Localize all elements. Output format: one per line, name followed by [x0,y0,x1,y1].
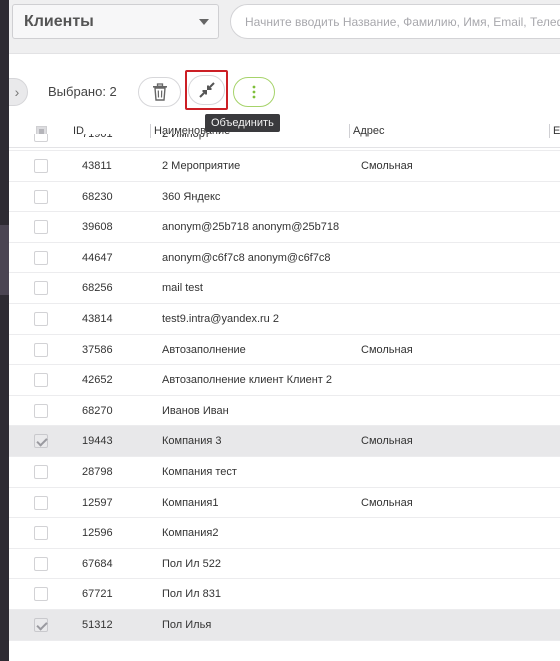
selected-count: Выбрано: 2 [48,84,117,99]
delete-button[interactable] [138,77,181,107]
cell-id: 44647 [82,251,113,264]
table-row[interactable]: 42652 Автозаполнение клиент Клиент 2 [9,365,560,396]
table-row[interactable]: 12597 Компания1 Смольная [9,488,560,519]
entity-select[interactable]: Клиенты [12,4,219,39]
cell-id: 39608 [82,221,113,234]
cell-name[interactable]: Компания2 [162,527,218,539]
cell-name[interactable]: Иванов Иван [162,405,229,417]
table-row[interactable]: 68230 360 Яндекс [9,182,560,213]
row-checkbox[interactable] [34,403,48,418]
cell-address: Смольная [361,496,413,509]
more-actions-button[interactable] [233,77,275,107]
table-row[interactable]: 12596 Компания2 [9,518,560,549]
cell-name[interactable]: anonym@25b718 anonym@25b718 [162,221,339,233]
row-checkbox[interactable] [34,556,48,571]
cell-id: 28798 [82,465,113,478]
table-row[interactable]: 39608 anonym@25b718 anonym@25b718 [9,212,560,243]
row-checkbox[interactable] [34,464,48,479]
row-checkbox[interactable] [34,434,48,449]
cell-name[interactable]: Компания тест [162,466,237,478]
merge-tooltip: Объединить [205,114,280,132]
cell-id: 51312 [82,618,113,631]
cell-name[interactable]: Пол Ил 522 [162,558,221,570]
row-checkbox[interactable] [34,311,48,326]
cell-name[interactable]: Автозаполнение [162,344,246,356]
row-checkbox[interactable] [34,526,48,541]
filter-bar: Клиенты [9,0,560,54]
cell-name[interactable]: Автозаполнение клиент Клиент 2 [162,374,332,386]
chevron-down-icon [199,19,209,25]
table-row[interactable]: 43814 test9.intra@yandex.ru 2 [9,304,560,335]
cell-name[interactable]: mail test [162,282,203,294]
merge-button[interactable] [185,70,228,110]
cell-id: 43811 [82,160,112,172]
cell-name[interactable]: 2 Мероприятие [162,160,240,172]
table-row[interactable]: 51312 Пол Илья [9,609,560,641]
table-row[interactable]: 37586 Автозаполнение Смольная [9,335,560,366]
trash-icon [152,83,167,101]
cell-id: 71901 [82,134,113,140]
cell-id: 12596 [82,527,113,540]
bulk-actions-toolbar: › Выбрано: 2 [9,54,560,120]
search-input[interactable] [245,14,560,29]
cell-name[interactable]: 2 Импорт [162,134,210,140]
cell-id: 68230 [82,190,113,203]
cell-id: 68256 [82,282,113,295]
expand-panel-button[interactable]: › [9,78,28,106]
chevron-right-icon: › [14,84,20,100]
table-body: 71901 2 Импорт 43811 2 Мероприятие Смольная 6… [9,134,560,641]
row-checkbox[interactable] [34,159,48,173]
table-row[interactable]: 68270 Иванов Иван [9,396,560,427]
row-checkbox[interactable] [34,495,48,510]
cell-id: 19443 [82,435,113,448]
cell-id: 43814 [82,312,113,325]
cell-id: 42652 [82,374,113,387]
cell-id: 68270 [82,404,113,417]
table-row[interactable]: 28798 Компания тест [9,457,560,488]
cell-address: Смольная [361,343,413,356]
merge-button-inner [188,75,225,105]
table-row[interactable]: 71901 2 Импорт [9,134,560,151]
table-row[interactable]: 67721 Пол Ил 831 [9,579,560,610]
cell-name[interactable]: Компания 3 [162,435,222,447]
cell-name[interactable]: Пол Ил 831 [162,588,221,600]
cell-id: 12597 [82,496,113,509]
cell-address: Смольная [361,160,413,172]
table-row[interactable]: 67684 Пол Ил 522 [9,549,560,580]
row-checkbox[interactable] [34,617,48,632]
cell-name[interactable]: anonym@c6f7c8 anonym@c6f7c8 [162,252,330,264]
entity-select-value: Клиенты [24,12,94,30]
cell-id: 67684 [82,557,113,570]
search-field[interactable] [230,4,560,39]
cell-id: 67721 [82,588,113,601]
table-row[interactable]: 44647 anonym@c6f7c8 anonym@c6f7c8 [9,243,560,274]
table-row[interactable]: 68256 mail test [9,273,560,304]
table-row[interactable]: 43811 2 Мероприятие Смольная [9,151,560,182]
row-checkbox[interactable] [34,134,48,142]
table-row[interactable]: 19443 Компания 3 Смольная [9,426,560,457]
row-checkbox[interactable] [34,342,48,357]
cell-name[interactable]: Пол Илья [162,619,211,631]
cell-id: 37586 [82,343,113,356]
row-checkbox[interactable] [34,587,48,602]
more-vertical-icon [252,85,256,99]
cell-name[interactable]: 360 Яндекс [162,191,220,203]
row-checkbox[interactable] [34,189,48,204]
app-sidebar-strip [0,0,9,661]
row-checkbox[interactable] [34,373,48,388]
cell-name[interactable]: test9.intra@yandex.ru 2 [162,313,279,325]
row-checkbox[interactable] [34,220,48,235]
cell-name[interactable]: Компания1 [162,497,218,509]
row-checkbox[interactable] [34,250,48,265]
sidebar-active-indicator [0,225,9,295]
merge-arrows-icon [198,82,215,98]
row-checkbox[interactable] [34,281,48,296]
cell-address: Смольная [361,435,413,448]
clients-page: Клиенты › Выбрано: 2 [9,0,560,661]
